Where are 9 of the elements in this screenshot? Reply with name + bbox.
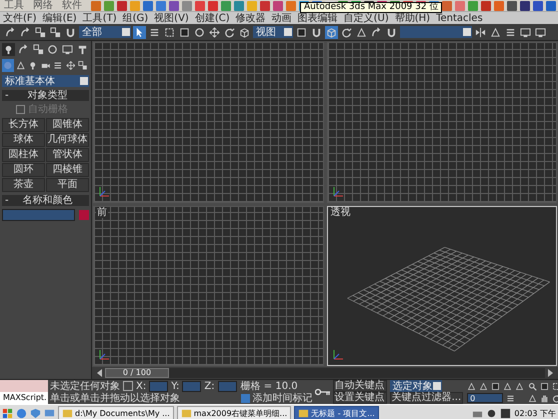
coordinate-label: Z:	[204, 380, 215, 392]
rollout-title: 名称和颜色	[21, 195, 74, 206]
rollout-title: 对象类型	[26, 90, 68, 101]
coordinate-label: X:	[136, 380, 146, 392]
prompt-text: 单击或单击并拖动以选择对象	[50, 392, 180, 404]
selection-status: 未选定任何对象	[50, 380, 120, 392]
clock: 02:03 下午	[514, 408, 556, 419]
grid-spacing: 栅格 = 10.0	[240, 380, 298, 392]
coordinate-label: Y:	[171, 380, 180, 392]
